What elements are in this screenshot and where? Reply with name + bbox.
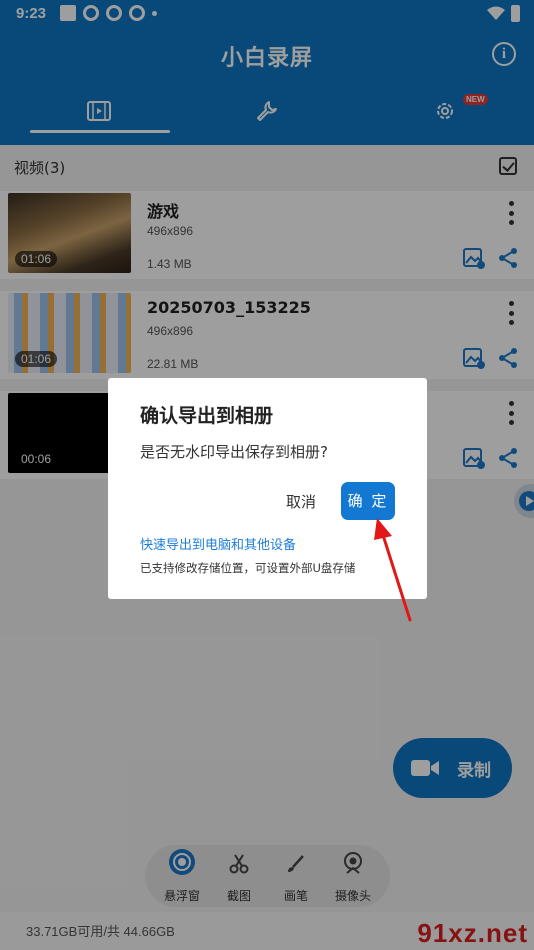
dialog-message: 是否无水印导出保存到相册? <box>140 443 328 461</box>
dialog-title: 确认导出到相册 <box>140 405 274 427</box>
annotation-arrow-icon <box>374 518 412 622</box>
cancel-button[interactable]: 取消 <box>271 483 331 521</box>
storage-note: 已支持修改存储位置，可设置外部U盘存储 <box>140 561 356 575</box>
export-to-device-link[interactable]: 快速导出到电脑和其他设备 <box>140 534 296 553</box>
